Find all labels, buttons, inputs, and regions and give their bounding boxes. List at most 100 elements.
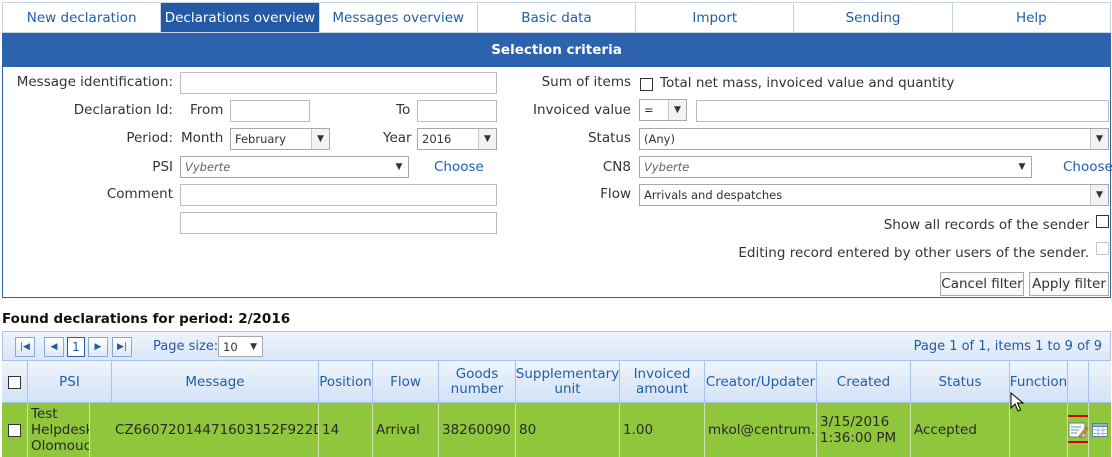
psi-placeholder: Vyberte bbox=[185, 160, 231, 174]
page-number-button[interactable]: 1 bbox=[67, 337, 85, 357]
flow-value: Arrivals and despatches bbox=[644, 188, 783, 202]
prev-page-button[interactable]: ◀ bbox=[44, 337, 64, 357]
tab-help[interactable]: Help bbox=[952, 3, 1111, 33]
row-psi-line2: Helpdesk bbox=[31, 422, 90, 438]
invoiced-value-label: Invoiced value bbox=[532, 102, 631, 118]
status-select[interactable]: (Any) ▼ bbox=[639, 128, 1109, 150]
row-psi-line3: Olomouc bbox=[31, 438, 90, 454]
chevron-down-icon: ▼ bbox=[1090, 185, 1108, 205]
psi-label: PSI bbox=[152, 159, 173, 175]
month-select[interactable]: February ▼ bbox=[230, 128, 330, 150]
grid-header: PSI Message Position Flow Goods number S… bbox=[2, 361, 1111, 403]
comment-input-second[interactable] bbox=[180, 212, 497, 234]
last-page-button[interactable]: ▶| bbox=[112, 337, 132, 357]
comment-input[interactable] bbox=[180, 184, 497, 206]
month-value: February bbox=[235, 132, 286, 146]
next-page-icon: ▶ bbox=[94, 342, 102, 352]
header-select-all-cell bbox=[2, 361, 28, 403]
row-creator-cell: mkol@centrum.cz bbox=[705, 403, 817, 457]
psi-choose-link[interactable]: Choose bbox=[434, 159, 484, 175]
header-action-cell-2 bbox=[1089, 361, 1111, 403]
header-status[interactable]: Status bbox=[911, 361, 1010, 403]
cn8-placeholder: Vyberte bbox=[644, 160, 690, 174]
header-invoiced-amount[interactable]: Invoiced amount bbox=[620, 361, 705, 403]
header-supplementary-unit[interactable]: Supplementary unit bbox=[516, 361, 620, 403]
row-edit-cell bbox=[1068, 403, 1089, 457]
invoiced-value-input[interactable] bbox=[696, 100, 1109, 122]
chevron-down-icon: ▼ bbox=[1090, 129, 1108, 149]
mouse-cursor-icon bbox=[1010, 392, 1024, 412]
row-created-cell: 3/15/2016 1:36:00 PM bbox=[817, 403, 911, 457]
show-all-records-checkbox[interactable] bbox=[1096, 215, 1109, 228]
header-message[interactable]: Message bbox=[112, 361, 319, 403]
cn8-choose-link[interactable]: Choose bbox=[1063, 159, 1112, 175]
page-info: Page 1 of 1, items 1 to 9 of 9 bbox=[913, 339, 1102, 354]
psi-select[interactable]: Vyberte ▼ bbox=[180, 156, 409, 178]
message-identification-input[interactable] bbox=[180, 72, 497, 94]
first-page-button[interactable]: |◀ bbox=[15, 337, 35, 357]
show-all-records-label: Show all records of the sender bbox=[883, 217, 1089, 233]
comment-label: Comment bbox=[106, 186, 173, 202]
invoiced-operator-value: = bbox=[644, 103, 654, 117]
editing-record-checkbox[interactable] bbox=[1096, 242, 1109, 255]
selection-criteria-panel: Selection criteria Message identificatio… bbox=[2, 33, 1112, 298]
declaration-id-from-input[interactable] bbox=[230, 100, 310, 122]
caret-down-icon: ▼ bbox=[250, 341, 257, 352]
header-goods-number[interactable]: Goods number bbox=[439, 361, 516, 403]
cn8-select[interactable]: Vyberte ▼ bbox=[639, 156, 1032, 178]
flow-select[interactable]: Arrivals and despatches ▼ bbox=[639, 184, 1109, 206]
tab-import[interactable]: Import bbox=[636, 3, 795, 33]
row-invoiced-amount-cell: 1.00 bbox=[620, 403, 705, 457]
row-psi-line1: Test bbox=[31, 406, 58, 422]
table-row[interactable]: Test Helpdesk Olomouc CZ6607201447160315… bbox=[2, 403, 1111, 457]
next-page-button[interactable]: ▶ bbox=[88, 337, 108, 357]
header-psi[interactable]: PSI bbox=[28, 361, 112, 403]
pager-bar: |◀ ◀ 1 ▶ ▶| Page size: 10 ▼ Page 1 of 1,… bbox=[2, 331, 1111, 361]
declaration-id-to-input[interactable] bbox=[417, 100, 497, 122]
apply-filter-button[interactable]: Apply filter bbox=[1029, 272, 1109, 296]
edit-icon-highlight bbox=[1068, 415, 1088, 443]
header-action-cell bbox=[1068, 361, 1089, 403]
chevron-down-icon: ▼ bbox=[478, 129, 496, 149]
sum-of-items-text: Total net mass, invoiced value and quant… bbox=[660, 75, 955, 91]
page-size-select[interactable]: 10 ▼ bbox=[218, 336, 263, 357]
year-select[interactable]: 2016 ▼ bbox=[417, 128, 497, 150]
page-size-value: 10 bbox=[223, 339, 238, 354]
header-position[interactable]: Position bbox=[319, 361, 373, 403]
chevron-down-icon: ▼ bbox=[311, 129, 329, 149]
sum-of-items-checkbox[interactable] bbox=[640, 78, 653, 91]
tab-sending[interactable]: Sending bbox=[794, 3, 953, 33]
row-position-cell: 14 bbox=[319, 403, 373, 457]
table-detail-icon[interactable] bbox=[1092, 423, 1108, 437]
row-status-cell: Accepted bbox=[911, 403, 1010, 457]
message-identification-label: Message identification: bbox=[16, 74, 173, 90]
page-size-label: Page size: bbox=[153, 339, 219, 354]
last-page-icon: ▶| bbox=[117, 342, 127, 352]
row-message-cell: CZ66072014471603152F922DE bbox=[112, 403, 319, 457]
tab-declarations-overview[interactable]: Declarations overview bbox=[161, 3, 320, 33]
status-value: (Any) bbox=[644, 132, 675, 146]
selection-criteria-title: Selection criteria bbox=[3, 33, 1110, 67]
row-created-time: 1:36:00 PM bbox=[820, 430, 897, 446]
row-supplementary-unit-cell: 80 bbox=[516, 403, 620, 457]
caret-down-icon: ▼ bbox=[390, 157, 408, 177]
cancel-filter-button[interactable]: Cancel filter bbox=[940, 272, 1024, 296]
header-creator-updater[interactable]: Creator/Updater bbox=[705, 361, 817, 403]
editing-record-label: Editing record entered by other users of… bbox=[738, 245, 1089, 261]
declaration-id-label: Declaration Id: bbox=[73, 102, 173, 118]
month-label: Month bbox=[181, 130, 224, 146]
sum-of-items-label: Sum of items bbox=[541, 74, 631, 90]
main-tabs: New declaration Declarations overview Me… bbox=[2, 2, 1111, 33]
chevron-down-icon: ▼ bbox=[668, 100, 686, 120]
tab-new-declaration[interactable]: New declaration bbox=[2, 3, 162, 33]
header-created[interactable]: Created bbox=[817, 361, 911, 403]
tab-messages-overview[interactable]: Messages overview bbox=[319, 3, 478, 33]
row-psi-cell: Test Helpdesk Olomouc bbox=[6, 403, 90, 457]
tab-basic-data[interactable]: Basic data bbox=[477, 3, 637, 33]
invoiced-operator-select[interactable]: = ▼ bbox=[639, 99, 687, 121]
header-flow[interactable]: Flow bbox=[373, 361, 439, 403]
status-label: Status bbox=[587, 130, 631, 146]
flow-label: Flow bbox=[600, 186, 631, 202]
year-label: Year bbox=[383, 130, 412, 146]
select-all-checkbox[interactable] bbox=[8, 375, 21, 389]
